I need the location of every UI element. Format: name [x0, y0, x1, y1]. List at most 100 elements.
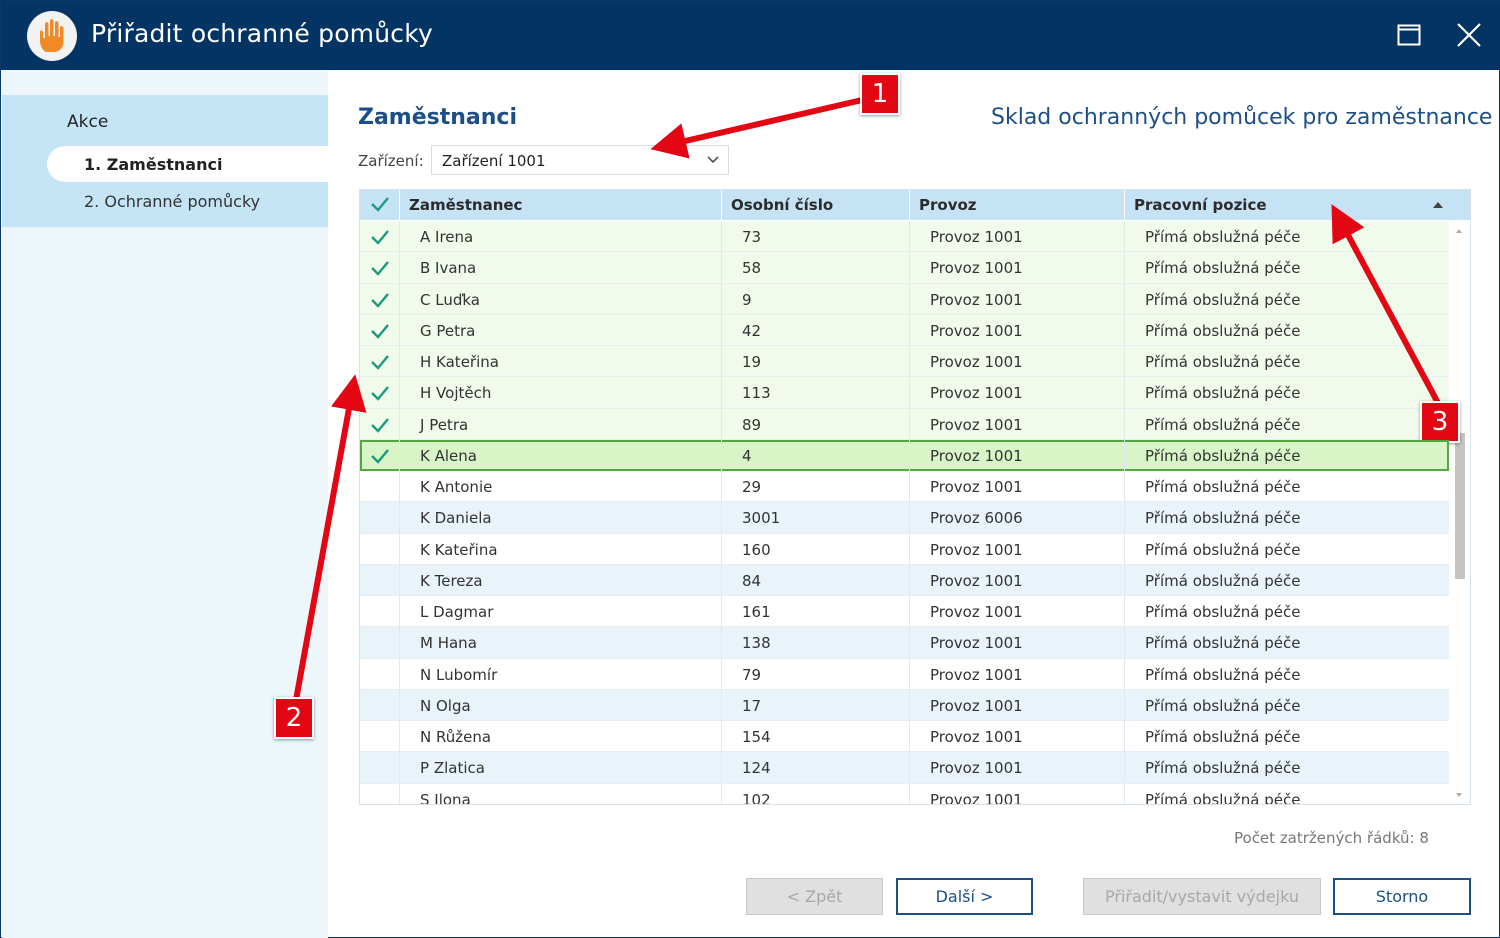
table-row[interactable]: J Petra 89 Provoz 1001 Přímá obslužná péče	[360, 408, 1449, 440]
cell-employee: K Antonie	[400, 471, 722, 502]
checkmark-icon	[371, 417, 389, 433]
cell-position: Přímá obslužná péče	[1145, 353, 1301, 371]
sidebar-item-employees[interactable]: 1. Zaměstnanci	[47, 146, 328, 182]
cell-personal-number: 124	[722, 752, 910, 784]
row-checkbox[interactable]	[360, 314, 400, 346]
row-checkbox[interactable]	[360, 471, 400, 502]
cell-operation: Provoz 1001	[910, 596, 1125, 627]
chevron-down-icon	[707, 156, 719, 164]
table-row[interactable]: K Antonie 29 Provoz 1001 Přímá obslužná péč…	[360, 471, 1449, 503]
vertical-scrollbar[interactable]	[1450, 221, 1470, 804]
table-row[interactable]: M Hana 138 Provoz 1001 Přímá obslužná péče	[360, 627, 1449, 659]
cell-position: Přímá obslužná péče	[1145, 446, 1301, 465]
cell-employee: G Petra	[400, 314, 722, 346]
cell-employee: J Petra	[400, 408, 722, 440]
cell-operation: Provoz 1001	[910, 721, 1125, 752]
row-checkbox[interactable]	[360, 783, 400, 804]
cell-position: Přímá obslužná péče	[1145, 571, 1301, 590]
row-checkbox[interactable]	[360, 596, 400, 627]
facility-label: Zařízení:	[358, 152, 424, 170]
annotation-badge-2: 2	[274, 697, 314, 739]
sidebar: Akce 1. Zaměstnanci 2. Ochranné pomůcky	[2, 70, 328, 938]
cell-employee: S Ilona	[400, 783, 722, 804]
cancel-button[interactable]: Storno	[1333, 878, 1471, 915]
table-row[interactable]: K Alena 4 Provoz 1001 Přímá obslužná péče	[360, 439, 1449, 471]
row-checkbox[interactable]	[360, 752, 400, 784]
table-row[interactable]: P Zlatica 124 Provoz 1001 Přímá obslužná pé…	[360, 752, 1449, 784]
scroll-down-icon[interactable]	[1456, 793, 1462, 797]
next-button[interactable]: Další >	[896, 878, 1033, 915]
cell-personal-number: 42	[722, 314, 910, 346]
row-checkbox[interactable]	[360, 721, 400, 752]
row-checkbox[interactable]	[360, 252, 400, 284]
column-header-operation[interactable]: Provoz	[910, 190, 1125, 220]
back-button[interactable]: < Zpět	[746, 878, 883, 915]
row-checkbox[interactable]	[360, 408, 400, 440]
maximize-button[interactable]	[1389, 15, 1429, 55]
row-checkbox[interactable]	[360, 658, 400, 690]
grid-body: A Irena 73 Provoz 1001 Přímá obslužná péče B…	[360, 221, 1449, 804]
sidebar-panel: Akce 1. Zaměstnanci 2. Ochranné pomůcky	[2, 95, 328, 227]
row-checkbox[interactable]	[360, 439, 400, 471]
table-row[interactable]: S Ilona 102 Provoz 1001 Přímá obslužná péče	[360, 783, 1449, 804]
close-button[interactable]	[1449, 15, 1489, 55]
close-icon	[1457, 23, 1481, 47]
cell-operation: Provoz 1001	[910, 221, 1125, 252]
scroll-up-icon[interactable]	[1456, 229, 1462, 233]
row-checkbox[interactable]	[360, 221, 400, 252]
table-row[interactable]: K Kateřina 160 Provoz 1001 Přímá obslužná p…	[360, 533, 1449, 565]
table-row[interactable]: N Růžena 154 Provoz 1001 Přímá obslužná péč…	[360, 721, 1449, 753]
cell-operation: Provoz 1001	[910, 689, 1125, 721]
row-checkbox[interactable]	[360, 346, 400, 377]
cell-personal-number: 3001	[722, 502, 910, 534]
cell-personal-number: 9	[722, 283, 910, 315]
table-row[interactable]: B Ivana 58 Provoz 1001 Přímá obslužná péče	[360, 252, 1449, 284]
checkmark-icon	[371, 448, 389, 464]
cell-employee: N Růžena	[400, 721, 722, 752]
cell-operation: Provoz 1001	[910, 658, 1125, 690]
cell-position: Přímá obslužná péče	[1145, 540, 1301, 559]
cell-employee: L Dagmar	[400, 596, 722, 627]
scrollbar-thumb[interactable]	[1455, 433, 1465, 579]
table-row[interactable]: K Tereza 84 Provoz 1001 Přímá obslužná péče	[360, 564, 1449, 596]
row-checkbox[interactable]	[360, 564, 400, 596]
facility-select[interactable]: Zařízení 1001	[431, 145, 729, 175]
maximize-icon	[1397, 24, 1421, 46]
grid-header: Zaměstnanec Osobní číslo Provoz Pracovní…	[360, 190, 1470, 220]
cell-position: Přímá obslužná péče	[1145, 728, 1301, 746]
row-checkbox[interactable]	[360, 377, 400, 409]
table-row[interactable]: H Vojtěch 113 Provoz 1001 Přímá obslužná pé…	[360, 377, 1449, 409]
checkmark-icon	[371, 292, 389, 308]
cell-operation: Provoz 1001	[910, 564, 1125, 596]
column-header-personal-number[interactable]: Osobní číslo	[722, 190, 910, 220]
sidebar-item-protective-aids[interactable]: 2. Ochranné pomůcky	[84, 192, 260, 211]
row-checkbox[interactable]	[360, 627, 400, 659]
row-checkbox[interactable]	[360, 689, 400, 721]
column-header-employee[interactable]: Zaměstnanec	[400, 190, 722, 220]
row-checkbox[interactable]	[360, 533, 400, 565]
cell-personal-number: 19	[722, 346, 910, 377]
cell-position: Přímá obslužná péče	[1145, 603, 1301, 621]
column-header-position[interactable]: Pracovní pozice	[1125, 190, 1450, 220]
facility-select-value: Zařízení 1001	[442, 152, 546, 170]
cell-operation: Provoz 1001	[910, 377, 1125, 409]
checkmark-icon	[371, 386, 389, 402]
cell-position: Přímá obslužná péče	[1145, 665, 1301, 684]
cell-position: Přímá obslužná péče	[1145, 415, 1301, 434]
assign-issue-button[interactable]: Přiřadit/vystavit výdejku	[1083, 878, 1321, 915]
row-checkbox[interactable]	[360, 502, 400, 534]
row-checkbox[interactable]	[360, 283, 400, 315]
table-row[interactable]: L Dagmar 161 Provoz 1001 Přímá obslužná péč…	[360, 596, 1449, 628]
cell-employee: C Luďka	[400, 283, 722, 315]
table-row[interactable]: N Olga 17 Provoz 1001 Přímá obslužná péče	[360, 689, 1449, 721]
table-row[interactable]: H Kateřina 19 Provoz 1001 Přímá obslužná pé…	[360, 346, 1449, 378]
table-row[interactable]: G Petra 42 Provoz 1001 Přímá obslužná péče	[360, 314, 1449, 346]
table-row[interactable]: C Luďka 9 Provoz 1001 Přímá obslužná péče	[360, 283, 1449, 315]
table-row[interactable]: N Lubomír 79 Provoz 1001 Přímá obslužná péč…	[360, 658, 1449, 690]
select-all-header[interactable]	[360, 190, 400, 220]
title-bar: Přiřadit ochranné pomůcky	[1, 1, 1500, 70]
table-row[interactable]: A Irena 73 Provoz 1001 Přímá obslužná péče	[360, 221, 1449, 253]
cell-personal-number: 79	[722, 658, 910, 690]
table-row[interactable]: K Daniela 3001 Provoz 6006 Přímá obslužná p…	[360, 502, 1449, 534]
cell-employee: K Alena	[400, 439, 722, 471]
